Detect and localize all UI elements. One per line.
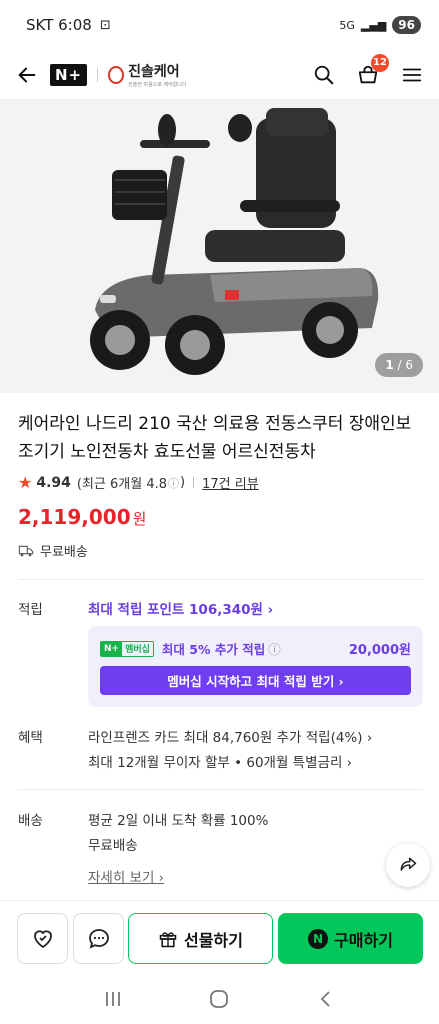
hamburger-icon (402, 68, 422, 81)
status-bar: SKT 6:08 ⊡ 5G ▂▄▆ 96 (0, 0, 439, 50)
header-divider (97, 67, 99, 82)
app-header: N+ 진솔케어 진솔한 마음으로 케어합니다 12 (0, 50, 439, 100)
shipping-text: 무료배송 (40, 545, 88, 560)
price-value: 2,119,000 (18, 505, 131, 529)
installment-benefit-link[interactable]: 최대 12개월 무이자 할부 • 60개월 특별금리 › (88, 751, 352, 771)
gift-icon (159, 931, 177, 947)
back-button[interactable] (14, 62, 40, 88)
naver-pay-icon: N (308, 928, 329, 949)
chat-icon (88, 928, 109, 949)
chat-button[interactable] (73, 913, 124, 964)
rating-value: 4.94 (36, 474, 71, 491)
arrow-left-icon (18, 67, 36, 82)
screenshot-icon: ⊡ (99, 17, 111, 33)
buy-button[interactable]: N 구매하기 (278, 913, 423, 964)
share-button[interactable] (386, 843, 430, 887)
image-counter: 1 / 6 (375, 353, 423, 377)
section-divider (18, 789, 423, 790)
store-logo-mark (108, 65, 125, 84)
battery-badge: 96 (392, 16, 421, 34)
start-membership-button[interactable]: 멤버십 시작하고 최대 적립 받기 › (100, 666, 411, 695)
carrier-time: SKT 6:08 (26, 16, 92, 34)
home-icon[interactable] (208, 988, 230, 1010)
shipping-row: 무료배송 (18, 541, 88, 560)
delivery-label: 배송 (18, 813, 43, 829)
mobility-scooter-image (90, 108, 379, 375)
info-icon[interactable]: ⓘ (168, 475, 179, 491)
signal-icon: ▂▄▆ (360, 18, 387, 32)
points-label: 적립 (18, 602, 43, 618)
truck-icon (18, 545, 34, 556)
system-nav-bar (0, 974, 439, 1024)
card-benefit-link[interactable]: 라인프렌즈 카드 최대 84,760원 추가 적립(4%) › (88, 726, 372, 746)
store-logo[interactable]: 진솔케어 진솔한 마음으로 케어합니다 (108, 61, 187, 88)
membership-badge-text: 멤버십 (125, 645, 150, 655)
heart-check-icon (33, 929, 52, 948)
rating-recent: (최근 6개월 4.8 (76, 477, 168, 492)
delivery-detail-link[interactable]: 자세히 보기 › (88, 866, 164, 886)
search-icon (314, 65, 334, 84)
product-title: 케어라인 나드리 210 국산 의료용 전동스쿠터 장애인보조기기 노인전동차 … (18, 414, 412, 462)
wishlist-button[interactable] (17, 913, 68, 964)
info-icon[interactable]: ⓘ (268, 639, 281, 658)
membership-badge: N+ 멤버십 (100, 640, 154, 657)
max-points-link[interactable]: 최대 적립 포인트 106,340원 › (88, 598, 273, 618)
review-link[interactable]: 17건 리뷰 (202, 473, 259, 492)
section-divider (18, 579, 423, 580)
buy-label: 구매하기 (334, 930, 393, 950)
rating-row: ★ 4.94 (최근 6개월 4.8 ⓘ ) 17건 리뷰 (18, 473, 259, 492)
gift-button[interactable]: 선물하기 (128, 913, 273, 964)
gift-label: 선물하기 (184, 930, 243, 950)
rating-divider (193, 477, 195, 488)
cart-button[interactable]: 12 (355, 53, 389, 88)
price: 2,119,000 원 (18, 505, 146, 529)
membership-badge-n: N+ (101, 641, 123, 656)
star-icon: ★ (18, 473, 33, 492)
delivery-estimate: 평균 2일 이내 도착 확률 100% (88, 813, 269, 829)
cart-count-badge: 12 (371, 53, 389, 72)
membership-points-box: N+ 멤버십 최대 5% 추가 적립 ⓘ 20,000원 멤버십 시작하고 최대… (88, 626, 423, 707)
rating-recent-close: ) (180, 475, 186, 490)
store-name: 진솔케어 (128, 64, 180, 80)
recent-apps-icon[interactable] (103, 989, 123, 1009)
nplus-logo[interactable]: N+ (50, 63, 88, 86)
extra-points-amount: 20,000원 (348, 643, 411, 658)
benefits-label: 혜택 (18, 730, 43, 746)
delivery-fee: 무료배송 (88, 838, 138, 854)
extra-points-text: 최대 5% 추가 적립 (161, 642, 266, 657)
back-nav-icon[interactable] (316, 989, 336, 1009)
search-button[interactable] (311, 62, 337, 88)
bottom-action-bar: 선물하기 N 구매하기 (0, 900, 439, 974)
product-image-carousel[interactable]: 1 / 6 (0, 100, 439, 393)
store-tagline: 진솔한 마음으로 케어합니다 (128, 82, 187, 88)
network-label: 5G (339, 18, 355, 32)
menu-button[interactable] (399, 62, 425, 88)
share-icon (400, 857, 417, 871)
price-unit: 원 (132, 510, 147, 528)
